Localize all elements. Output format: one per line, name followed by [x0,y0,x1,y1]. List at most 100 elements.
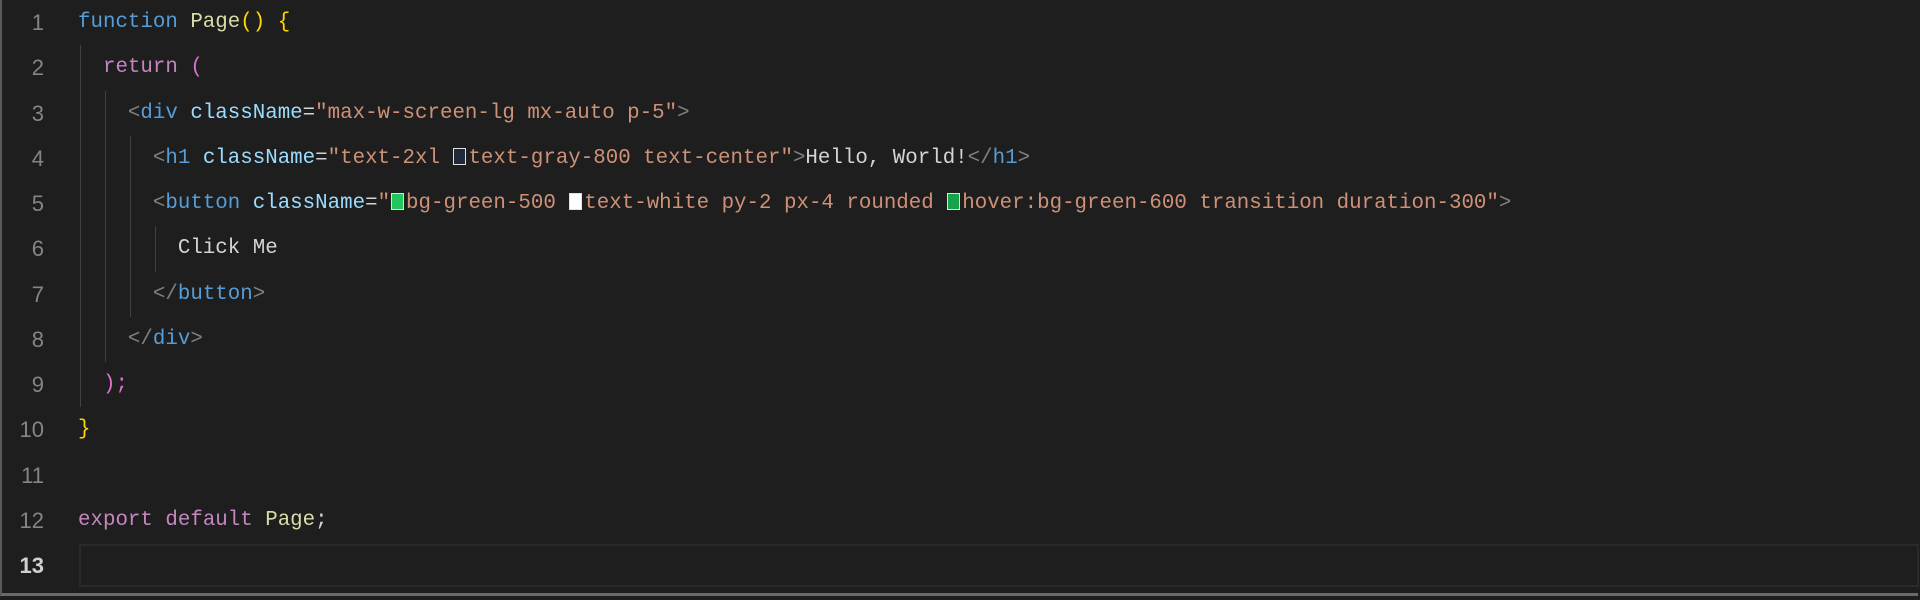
code-line[interactable]: 3 <div className="max-w-screen-lg mx-aut… [0,90,1920,136]
indent-guide [154,226,156,272]
code-token: </ [127,327,153,351]
line-number: 13 [19,553,44,578]
indent-guide [129,271,131,317]
line-content[interactable]: Click Me [78,226,1920,272]
indent-guide [104,271,106,317]
code-token: h1 [992,146,1018,170]
line-content[interactable] [78,453,1920,498]
code-line[interactable]: 4 <h1 className="text-2xl text-gray-800 … [0,135,1920,181]
code-token: > [1498,192,1512,215]
code-token: text-white py-2 px-4 rounded [584,192,947,215]
code-token: className [190,146,316,170]
line-content[interactable]: <button className=" bg-green-500 text-whi… [78,181,1920,227]
line-number: 10 [19,417,44,443]
line-content[interactable]: <h1 className="text-2xl text-gray-800 te… [78,135,1920,181]
code-token: div [152,327,191,351]
code-token: button [165,192,241,215]
code-token: > [190,327,203,351]
code-token: () [240,11,266,34]
indent-guide [104,135,106,181]
code-token: > [1017,146,1031,170]
indent-guide [80,45,81,91]
code-token: function [78,11,191,34]
code-token: ( [190,56,203,80]
code-token: Page [265,508,316,532]
indent-guide [104,226,106,272]
code-token: = [365,192,378,215]
code-token: > [252,282,266,306]
code-token: div [140,101,178,125]
line-content[interactable]: ); [78,362,1920,408]
code-token: "max-w-screen-lg mx-auto p-5" [315,101,678,125]
line-content[interactable]: export default Page; [78,498,1920,543]
code-line[interactable]: 8 </div> [0,316,1920,362]
line-number: 5 [31,191,44,216]
code-token: className [177,101,303,125]
code-token: className [240,192,366,215]
code-editor[interactable]: 1 function Page() {2 return (3 <div class… [0,0,1920,588]
code-token: default [165,508,266,532]
line-number: 12 [19,507,44,533]
color-swatch-icon [947,193,961,210]
code-token: </ [152,282,178,306]
line-number: 2 [31,55,44,81]
code-line[interactable]: 10} [0,407,1920,452]
color-swatch-icon [391,193,405,210]
indent-guide [80,181,81,227]
line-content[interactable]: </button> [78,271,1920,317]
indent-guide [80,135,81,181]
line-number: 9 [31,372,44,397]
code-token: < [152,192,166,215]
code-token: < [127,101,141,125]
code-line[interactable]: 9 ); [0,362,1920,408]
line-number: 6 [31,236,44,262]
code-line[interactable]: 1 function Page() { [0,0,1920,45]
code-token: ); [102,373,128,396]
code-token: = [315,146,328,170]
line-content[interactable]: } [78,407,1920,452]
indent-guide [129,135,131,181]
line-content[interactable]: function Page() { [78,0,1920,45]
code-token: > [677,101,690,125]
code-token: } [78,418,91,442]
code-token: text-gray-800 text-center" [468,146,793,170]
code-line[interactable]: 12 export default Page; [0,498,1920,543]
code-token: hover:bg-green-600 transition duration-3… [962,192,1499,215]
code-token: h1 [165,146,191,170]
code-line[interactable]: 7 </button> [0,271,1920,317]
indent-guide [80,271,81,317]
code-line[interactable]: 2 return ( [0,45,1920,91]
color-swatch-icon [453,147,467,165]
line-content[interactable]: return ( [78,45,1920,91]
code-line[interactable]: 6 Click Me [0,226,1920,272]
line-number: 1 [31,10,44,35]
code-line[interactable]: 5 <button className=" bg-green-500 text-w… [0,181,1920,227]
line-content[interactable] [78,543,1920,588]
indent-guide [80,316,81,362]
indent-guide [80,226,81,272]
indent-guide [129,181,131,227]
code-token: export [78,508,166,532]
code-token: </ [967,146,993,170]
line-content[interactable]: </div> [78,316,1920,362]
code-token: Page [190,11,241,34]
indent-guide [80,90,81,136]
code-token: " [377,192,391,215]
color-swatch-icon [569,193,583,210]
code-line[interactable]: 11 [0,453,1920,498]
code-token: < [152,146,166,170]
line-number: 3 [31,100,44,126]
code-line[interactable]: 13 [0,543,1920,588]
line-content[interactable]: <div className="max-w-screen-lg mx-auto … [78,90,1920,136]
indent-guide [104,181,106,227]
indent-guide [104,90,106,136]
code-token: ; [315,508,328,532]
indent-guide [129,226,131,272]
code-token: bg-green-500 [406,192,569,215]
